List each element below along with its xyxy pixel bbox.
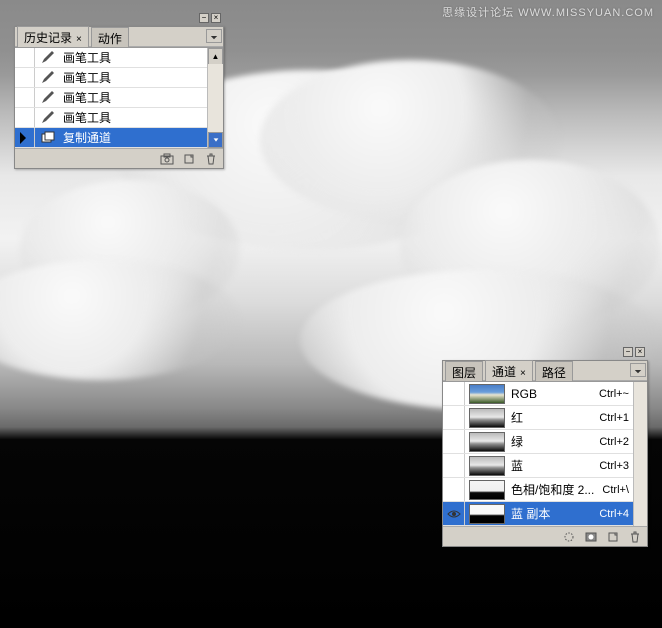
visibility-toggle[interactable] <box>443 430 465 453</box>
history-state-toggle[interactable] <box>15 88 35 107</box>
channel-row[interactable]: 色相/饱和度 2...Ctrl+\ <box>443 478 647 502</box>
scroll-up-button[interactable]: ▲ <box>208 48 223 64</box>
channels-panel: − × 图层 通道× 路径 RGBCtrl+~红Ctrl+1绿Ctrl+2蓝Ct… <box>442 360 648 547</box>
visibility-toggle[interactable] <box>443 454 465 477</box>
close-button[interactable]: × <box>635 347 645 357</box>
history-state-toggle[interactable] <box>15 68 35 87</box>
new-document-button[interactable] <box>179 151 199 167</box>
load-selection-button[interactable] <box>559 529 579 545</box>
brush-icon <box>35 88 61 107</box>
panel-menu-button[interactable] <box>206 29 222 43</box>
channels-footer <box>443 526 647 546</box>
tab-history[interactable]: 历史记录× <box>17 26 89 49</box>
channel-label: 红 <box>509 409 599 426</box>
scroll-down-button[interactable] <box>208 132 223 148</box>
visibility-toggle[interactable] <box>443 382 465 405</box>
eye-icon <box>447 509 461 519</box>
new-channel-button[interactable] <box>603 529 623 545</box>
delete-button[interactable] <box>201 151 221 167</box>
channels-panel-header: 图层 通道× 路径 <box>443 361 647 381</box>
delete-channel-button[interactable] <box>625 529 645 545</box>
channel-row[interactable]: 蓝 副本Ctrl+4 <box>443 502 647 526</box>
channel-thumbnail <box>469 384 505 404</box>
channel-thumbnail <box>469 432 505 452</box>
panel-menu-button[interactable] <box>630 363 646 377</box>
visibility-toggle[interactable] <box>443 502 465 525</box>
history-row[interactable]: 画笔工具 <box>15 48 223 68</box>
history-row-label: 画笔工具 <box>61 109 223 126</box>
channel-row[interactable]: 红Ctrl+1 <box>443 406 647 430</box>
history-marker-icon <box>20 132 26 144</box>
brush-icon <box>35 48 61 67</box>
save-selection-button[interactable] <box>581 529 601 545</box>
watermark-text: 思缘设计论坛 WWW.MISSYUAN.COM <box>442 4 654 20</box>
channel-thumbnail <box>469 504 505 524</box>
history-row[interactable]: 画笔工具 <box>15 68 223 88</box>
history-row[interactable]: 画笔工具 <box>15 88 223 108</box>
visibility-toggle[interactable] <box>443 406 465 429</box>
channels-list: RGBCtrl+~红Ctrl+1绿Ctrl+2蓝Ctrl+3色相/饱和度 2..… <box>443 381 647 526</box>
history-row-label: 画笔工具 <box>61 49 223 66</box>
history-row[interactable]: 复制通道 <box>15 128 223 148</box>
brush-icon <box>35 108 61 127</box>
scrollbar[interactable] <box>633 382 647 526</box>
channel-thumbnail <box>469 456 505 476</box>
visibility-toggle[interactable] <box>443 478 465 501</box>
history-state-toggle[interactable] <box>15 48 35 67</box>
tab-paths[interactable]: 路径 <box>535 361 573 383</box>
minimize-button[interactable]: − <box>199 13 209 23</box>
history-row-label: 画笔工具 <box>61 89 223 106</box>
close-button[interactable]: × <box>211 13 221 23</box>
channel-label: 蓝 副本 <box>509 505 599 522</box>
channel-label: 蓝 <box>509 457 599 474</box>
scrollbar[interactable]: ▲ <box>207 48 223 148</box>
close-icon[interactable]: × <box>520 368 526 379</box>
history-footer <box>15 148 223 168</box>
channel-thumbnail <box>469 480 505 500</box>
history-panel-header: 历史记录× 动作 <box>15 27 223 47</box>
history-list: 画笔工具画笔工具画笔工具画笔工具复制通道 ▲ <box>15 47 223 148</box>
new-snapshot-button[interactable] <box>157 151 177 167</box>
channel-label: 绿 <box>509 433 599 450</box>
history-row[interactable]: 画笔工具 <box>15 108 223 128</box>
history-panel: − × 历史记录× 动作 画笔工具画笔工具画笔工具画笔工具复制通道 ▲ <box>14 26 224 169</box>
history-state-toggle[interactable] <box>15 128 35 147</box>
close-icon[interactable]: × <box>76 34 82 45</box>
channel-row[interactable]: 蓝Ctrl+3 <box>443 454 647 478</box>
channel-thumbnail <box>469 408 505 428</box>
channel-label: RGB <box>509 387 599 401</box>
channel-row[interactable]: 绿Ctrl+2 <box>443 430 647 454</box>
tab-actions[interactable]: 动作 <box>91 27 129 49</box>
history-row-label: 画笔工具 <box>61 69 223 86</box>
history-state-toggle[interactable] <box>15 108 35 127</box>
brush-icon <box>35 68 61 87</box>
channel-label: 色相/饱和度 2... <box>509 481 602 498</box>
channel-dup-icon <box>35 128 61 147</box>
channel-row[interactable]: RGBCtrl+~ <box>443 382 647 406</box>
minimize-button[interactable]: − <box>623 347 633 357</box>
history-row-label: 复制通道 <box>61 129 223 146</box>
tab-channels[interactable]: 通道× <box>485 360 533 383</box>
tab-layers[interactable]: 图层 <box>445 361 483 383</box>
